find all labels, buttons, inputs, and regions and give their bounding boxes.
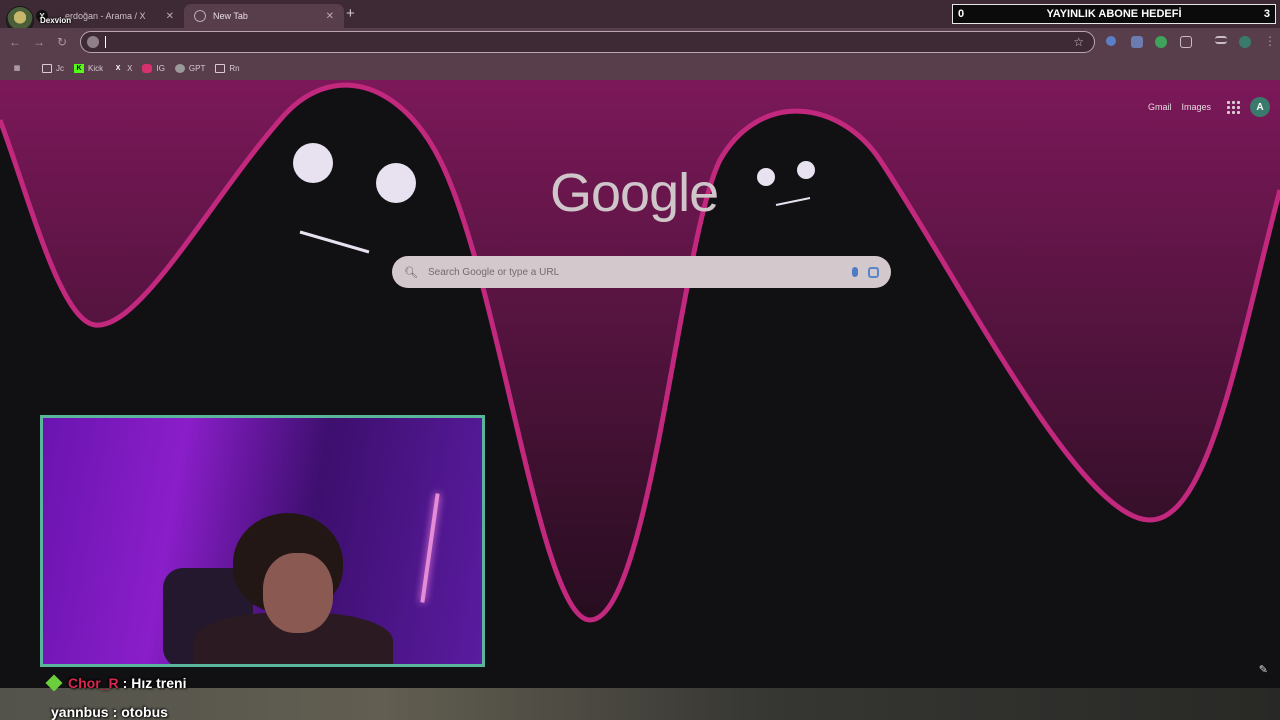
bookmarks-bar: ▦ Jc K Kick X X IG GPT Rn xyxy=(0,56,1280,80)
chat-separator: : xyxy=(122,675,128,691)
chat-username: Chor_R xyxy=(68,675,119,691)
folder-icon xyxy=(42,63,52,73)
address-input[interactable] xyxy=(106,36,1094,48)
microphone-icon[interactable] xyxy=(852,267,858,277)
ghost-eye xyxy=(757,168,775,186)
back-icon[interactable]: ← xyxy=(9,35,21,49)
profile-icon[interactable] xyxy=(1239,36,1251,48)
neon-light xyxy=(420,493,440,603)
customize-pencil-icon[interactable]: ✎ xyxy=(1259,663,1268,676)
kick-icon: K xyxy=(74,63,84,73)
media-control-icon[interactable] xyxy=(1215,36,1227,44)
search-input[interactable] xyxy=(427,266,842,278)
globe-icon xyxy=(194,10,206,22)
bookmark-gpt[interactable]: GPT xyxy=(174,63,205,73)
bookmark-rn[interactable]: Rn xyxy=(215,63,240,73)
instagram-icon xyxy=(142,63,153,73)
apps-grid-icon[interactable]: ▦ xyxy=(12,64,22,73)
account-avatar[interactable]: A xyxy=(1250,97,1270,117)
extension-icon[interactable] xyxy=(1106,36,1116,46)
webcam-overlay xyxy=(40,415,485,667)
grammarly-icon[interactable] xyxy=(1155,36,1167,48)
close-icon[interactable]: ✕ xyxy=(326,11,334,22)
chat-message: Chor_R : Hız treni xyxy=(45,674,187,692)
chatgpt-icon xyxy=(174,63,185,73)
menu-kebab-icon[interactable]: ⋮ xyxy=(1264,34,1276,48)
ghost-eye xyxy=(293,143,333,183)
google-search-box[interactable]: 🔍︎ xyxy=(392,256,891,288)
new-tab-button[interactable]: + xyxy=(346,5,355,22)
streamer-name: Dexvion xyxy=(40,16,72,25)
google-apps-icon[interactable] xyxy=(1227,100,1240,114)
close-icon[interactable]: ✕ xyxy=(166,11,174,22)
ghost-eye xyxy=(797,161,815,179)
extensions-puzzle-icon[interactable] xyxy=(1180,36,1192,48)
reload-icon[interactable]: ↻ xyxy=(57,35,67,49)
search-icon: 🔍︎ xyxy=(404,266,418,279)
images-link[interactable]: Images xyxy=(1181,102,1211,112)
gmail-link[interactable]: Gmail xyxy=(1148,102,1172,112)
chat-background xyxy=(0,688,1280,720)
bookmark-star-icon[interactable]: ☆ xyxy=(1073,35,1084,49)
tab-title: New Tab xyxy=(213,11,248,21)
google-lens-icon[interactable] xyxy=(868,266,879,278)
x-icon: X xyxy=(115,64,121,72)
bookmark-x[interactable]: X X xyxy=(113,64,133,73)
bookmark-jc[interactable]: Jc xyxy=(42,63,64,73)
google-icon xyxy=(87,36,99,48)
subscriber-badge-icon xyxy=(45,674,63,692)
goal-label: YAYINLIK ABONE HEDEFİ xyxy=(1046,8,1182,20)
goal-target: 3 xyxy=(1263,8,1270,20)
chat-username: yannbus xyxy=(51,704,109,720)
bookmark-kick[interactable]: K Kick xyxy=(74,63,103,73)
forward-icon[interactable]: → xyxy=(33,35,45,49)
google-top-links: Gmail Images A xyxy=(1148,97,1280,117)
chat-separator: : xyxy=(112,704,118,720)
streamer-face xyxy=(263,553,333,633)
chat-text: otobus xyxy=(121,704,168,720)
goal-current: 0 xyxy=(958,8,965,20)
chat-text: Hız treni xyxy=(131,675,187,691)
browser-toolbar: ← → ↻ ☆ ⋮ xyxy=(0,28,1280,56)
ghost-eye xyxy=(376,163,416,203)
address-bar[interactable]: ☆ xyxy=(80,31,1095,53)
tab-new-tab[interactable]: New Tab ✕ xyxy=(184,4,344,28)
chat-message: yannbus : otobus xyxy=(51,704,168,720)
folder-icon xyxy=(215,63,226,73)
extension-icon[interactable] xyxy=(1131,36,1143,48)
subscriber-goal-widget: 0 YAYINLIK ABONE HEDEFİ 3 xyxy=(952,4,1276,24)
google-logo: Google xyxy=(550,163,719,223)
bookmark-ig[interactable]: IG xyxy=(142,63,165,73)
